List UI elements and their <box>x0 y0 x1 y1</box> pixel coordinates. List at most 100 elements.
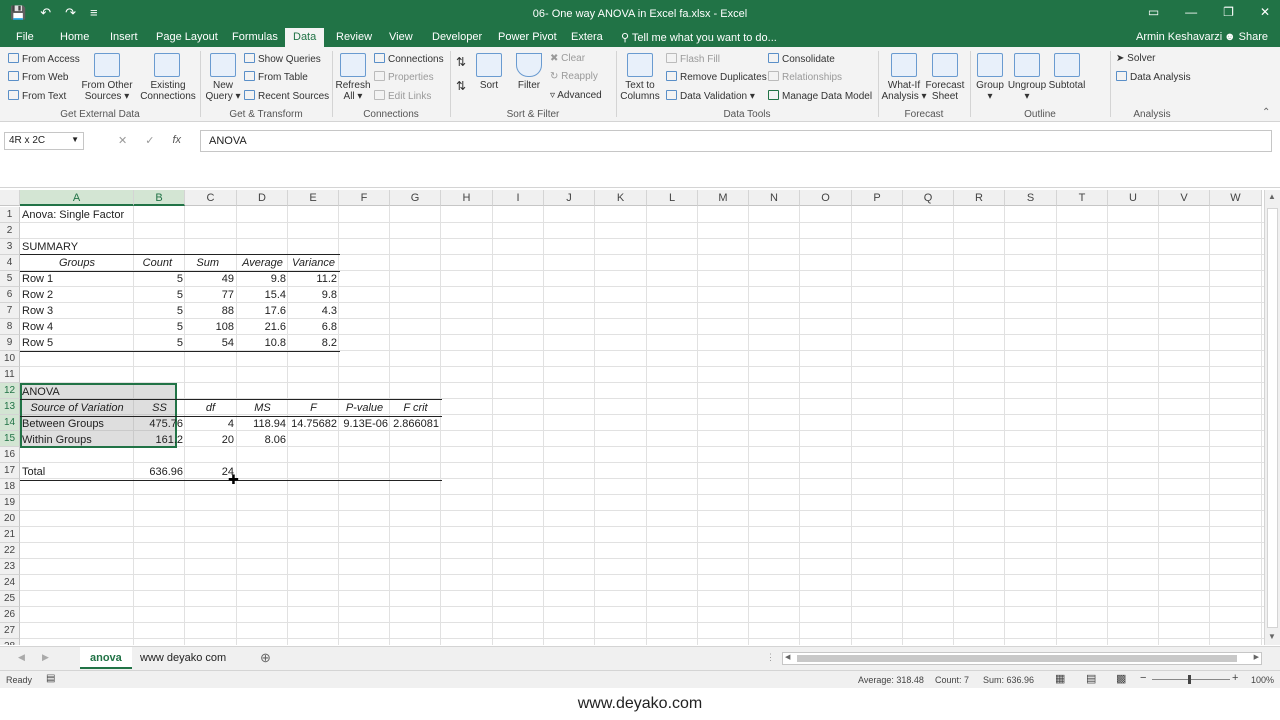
anova-cell[interactable]: Between Groups <box>20 416 134 432</box>
cell-a3[interactable]: SUMMARY <box>20 239 80 255</box>
column-header-i[interactable]: I <box>493 190 544 206</box>
row-header-20[interactable]: 20 <box>0 511 20 527</box>
formula-input[interactable]: ANOVA <box>200 130 1272 152</box>
summary-cell[interactable]: 9.8 <box>237 271 288 287</box>
horizontal-scroll-thumb[interactable] <box>797 655 1237 662</box>
vertical-scroll-thumb[interactable] <box>1267 208 1278 628</box>
row-header-7[interactable]: 7 <box>0 303 20 319</box>
column-header-n[interactable]: N <box>749 190 800 206</box>
tab-extera[interactable]: Extera <box>571 31 603 43</box>
scroll-right-icon[interactable]: ▶ <box>1254 653 1259 661</box>
summary-cell[interactable]: Row 1 <box>20 271 134 287</box>
status-average[interactable]: Average: 318.48 <box>858 675 924 685</box>
row-header-12[interactable]: 12 <box>0 383 20 399</box>
what-if-analysis-button[interactable]: What-If Analysis ▾ <box>880 80 928 102</box>
maximize-icon[interactable]: ❐ <box>1223 5 1234 19</box>
tab-page-layout[interactable]: Page Layout <box>156 31 218 43</box>
anova-header-p-value[interactable]: P-value <box>339 400 390 416</box>
anova-header-ms[interactable]: MS <box>237 400 288 416</box>
name-box[interactable]: 4R x 2C ▼ <box>4 132 84 150</box>
zoom-out-icon[interactable]: − <box>1140 672 1146 684</box>
new-query-button[interactable]: New Query ▾ <box>202 80 244 102</box>
summary-cell[interactable]: 5 <box>134 271 185 287</box>
clear-filter-button[interactable]: ✖ Clear <box>550 53 585 64</box>
advanced-filter-button[interactable]: ▿ Advanced <box>550 90 602 101</box>
summary-cell[interactable]: Row 5 <box>20 335 134 351</box>
tab-data[interactable]: Data <box>285 28 325 47</box>
row-header-27[interactable]: 27 <box>0 623 20 639</box>
edit-links-button[interactable]: Edit Links <box>374 90 431 102</box>
tab-formulas[interactable]: Formulas <box>232 31 278 43</box>
existing-connections-button[interactable]: Existing Connections <box>138 80 198 102</box>
row-header-9[interactable]: 9 <box>0 335 20 351</box>
anova-header-f-crit[interactable]: F crit <box>390 400 441 416</box>
row-header-21[interactable]: 21 <box>0 527 20 543</box>
anova-cell[interactable]: 9.13E-06 <box>339 416 390 432</box>
row-header-4[interactable]: 4 <box>0 255 20 271</box>
tell-me-search[interactable]: ⚲ Tell me what you want to do... <box>621 31 777 44</box>
sort-button[interactable]: Sort <box>474 80 504 91</box>
row-header-22[interactable]: 22 <box>0 543 20 559</box>
flash-fill-button[interactable]: Flash Fill <box>666 53 720 65</box>
select-all-corner[interactable] <box>0 190 20 206</box>
anova-cell[interactable]: 2.866081 <box>390 416 441 432</box>
column-header-e[interactable]: E <box>288 190 339 206</box>
summary-cell[interactable]: 15.4 <box>237 287 288 303</box>
vertical-scrollbar[interactable]: ▲ ▼ <box>1264 190 1280 645</box>
cell-total-label[interactable]: Total <box>20 464 47 480</box>
tab-view[interactable]: View <box>389 31 413 43</box>
group-button[interactable]: Group ▾ <box>972 80 1008 102</box>
row-header-3[interactable]: 3 <box>0 239 20 255</box>
show-queries-button[interactable]: Show Queries <box>244 53 321 65</box>
anova-cell[interactable]: 14.75682 <box>288 416 339 432</box>
anova-header-df[interactable]: df <box>185 400 236 416</box>
data-analysis-button[interactable]: Data Analysis <box>1116 71 1191 83</box>
from-text-button[interactable]: From Text <box>8 90 66 102</box>
summary-cell[interactable]: 5 <box>134 319 185 335</box>
tab-power-pivot[interactable]: Power Pivot <box>498 31 557 43</box>
consolidate-button[interactable]: Consolidate <box>768 53 835 65</box>
close-icon[interactable]: ✕ <box>1260 5 1270 19</box>
refresh-all-button[interactable]: Refresh All ▾ <box>334 80 372 102</box>
horizontal-scrollbar[interactable]: ◀ ▶ <box>782 652 1262 665</box>
manage-data-model-button[interactable]: Manage Data Model <box>768 90 872 102</box>
summary-header-average[interactable]: Average <box>237 255 288 271</box>
summary-cell[interactable]: Row 3 <box>20 303 134 319</box>
summary-cell[interactable]: Row 4 <box>20 319 134 335</box>
summary-cell[interactable]: 88 <box>185 303 236 319</box>
summary-cell[interactable]: 11.2 <box>288 271 339 287</box>
column-header-h[interactable]: H <box>441 190 493 206</box>
summary-cell[interactable]: 21.6 <box>237 319 288 335</box>
anova-header-f[interactable]: F <box>288 400 339 416</box>
anova-cell[interactable]: 118.94 <box>237 416 288 432</box>
row-header-17[interactable]: 17 <box>0 463 20 479</box>
anova-cell[interactable] <box>339 432 390 448</box>
summary-cell[interactable]: 54 <box>185 335 236 351</box>
anova-cell[interactable]: 475.76 <box>134 416 185 432</box>
zoom-slider-handle[interactable] <box>1188 675 1191 684</box>
summary-cell[interactable]: Row 2 <box>20 287 134 303</box>
cancel-icon[interactable]: ✕ <box>118 134 127 147</box>
row-header-5[interactable]: 5 <box>0 271 20 287</box>
relationships-button[interactable]: Relationships <box>768 71 842 83</box>
row-header-13[interactable]: 13 <box>0 399 20 415</box>
summary-cell[interactable]: 49 <box>185 271 236 287</box>
macro-record-icon[interactable]: ▤ <box>46 673 55 684</box>
column-header-f[interactable]: F <box>339 190 390 206</box>
row-header-23[interactable]: 23 <box>0 559 20 575</box>
anova-cell[interactable]: 20 <box>185 432 236 448</box>
summary-cell[interactable]: 17.6 <box>237 303 288 319</box>
sheet-tab-anova[interactable]: anova <box>80 647 132 669</box>
remove-duplicates-button[interactable]: Remove Duplicates <box>666 71 767 83</box>
status-sum[interactable]: Sum: 636.96 <box>983 675 1034 685</box>
sort-za-icon[interactable]: ⇅ <box>456 79 466 93</box>
cell-a1[interactable]: Anova: Single Factor <box>20 207 126 223</box>
scroll-sheets-left-icon[interactable]: ◀ <box>18 652 25 663</box>
share-button[interactable]: ☻ Share <box>1224 31 1268 43</box>
enter-icon[interactable]: ✓ <box>145 134 154 147</box>
column-header-o[interactable]: O <box>800 190 852 206</box>
column-header-q[interactable]: Q <box>903 190 954 206</box>
column-header-p[interactable]: P <box>852 190 903 206</box>
connections-button[interactable]: Connections <box>374 53 444 65</box>
user-name[interactable]: Armin Keshavarzi <box>1136 31 1222 43</box>
